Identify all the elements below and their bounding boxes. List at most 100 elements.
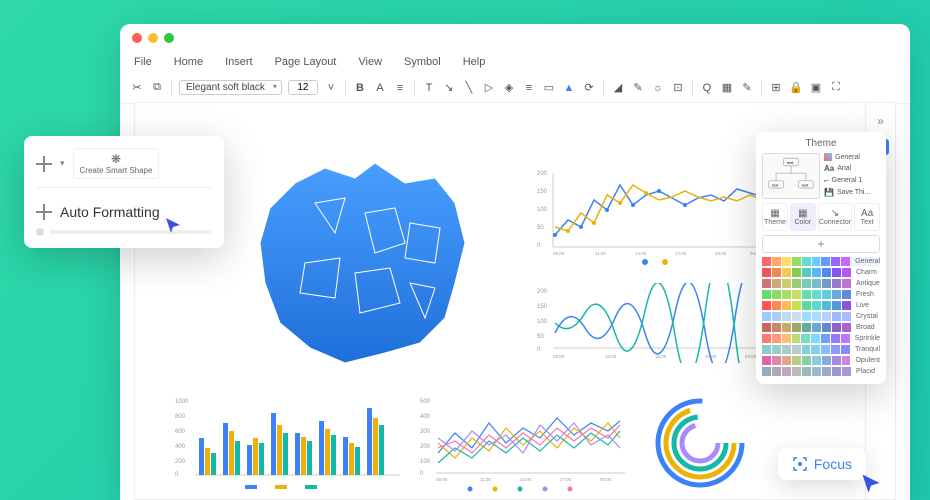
crop-icon[interactable]: ⊡ [671,81,685,95]
tab-connector[interactable]: ↘Connector [818,203,852,231]
svg-text:11:00: 11:00 [480,477,491,482]
effects-icon[interactable]: ☼ [651,81,665,95]
font-color-icon[interactable]: A [373,81,387,95]
focus-button[interactable]: Focus [778,448,866,480]
add-palette-button[interactable]: + [762,235,880,253]
connector-icon[interactable]: ↘ [442,81,456,95]
pointer-icon[interactable]: ▷ [482,81,496,95]
toolbar: ✂ ⧉ Elegant soft black 12 ˅ B A ≡ T ↘ ╲ … [120,76,910,104]
grid-icon[interactable]: ▦ [720,81,734,95]
svg-text:text: text [787,161,793,165]
palette-antique[interactable]: Antique [762,279,880,288]
line-icon[interactable]: ╲ [462,81,476,95]
chart-bars[interactable]: 1000 800 600 400 200 0 [175,393,405,493]
tab-color[interactable]: ▦Color [790,203,816,231]
lock-icon[interactable]: 🔒 [789,81,803,95]
svg-text:12:00: 12:00 [605,354,617,359]
svg-text:17:00: 17:00 [560,477,572,482]
maximize-icon[interactable] [164,33,174,43]
menu-help[interactable]: Help [463,56,486,68]
group-icon[interactable]: ⊞ [769,81,783,95]
menu-page-layout[interactable]: Page Layout [275,56,337,68]
svg-text:150: 150 [537,189,548,195]
theme-opt-general1[interactable]: ⌐General 1 [824,176,880,185]
chart-multiline[interactable]: 5004003002001000 08:0011:0014:0017:0000:… [420,393,630,493]
palette-tranquil[interactable]: Tranquil [762,345,880,354]
zoom-icon[interactable]: Q [700,81,714,95]
svg-text:20:00: 20:00 [715,251,727,256]
paint-icon[interactable]: ◢ [611,81,625,95]
palette-opulent[interactable]: Opulent [762,356,880,365]
tab-theme[interactable]: ▦Theme [762,203,788,231]
menu-home[interactable]: Home [174,56,203,68]
svg-text:200: 200 [175,459,186,465]
svg-text:200: 200 [420,444,431,450]
decrease-size-icon[interactable]: ˅ [324,81,338,95]
arrange-icon[interactable]: ▣ [809,81,823,95]
font-size-selector[interactable]: 12 [288,80,318,95]
formatting-slider[interactable] [36,228,212,236]
tab-text[interactable]: AaText [854,203,880,231]
svg-text:800: 800 [175,414,186,420]
svg-text:text: text [802,183,808,187]
svg-text:14:00: 14:00 [635,251,647,256]
svg-text:150: 150 [537,304,548,310]
minimize-icon[interactable] [148,33,158,43]
svg-text:100: 100 [537,319,548,325]
palette-charm[interactable]: Charm [762,268,880,277]
map-shape[interactable] [245,153,485,383]
create-smart-shape-button[interactable]: ❋ Create Smart Shape [73,148,160,179]
palette-general[interactable]: General [762,257,880,266]
layers-icon[interactable]: ◈ [502,81,516,95]
font-selector[interactable]: Elegant soft black [179,80,282,95]
svg-text:08:00: 08:00 [553,251,565,256]
svg-text:400: 400 [175,444,186,450]
eyedropper-icon[interactable]: ✎ [631,81,645,95]
svg-text:16:00: 16:00 [655,354,667,359]
spark-icon [36,156,52,172]
menu-file[interactable]: File [134,56,152,68]
theme-opt-general[interactable]: General [824,153,880,161]
svg-text:14:00: 14:00 [520,477,532,482]
svg-text:0: 0 [175,472,179,478]
menu-view[interactable]: View [358,56,382,68]
bold-icon[interactable]: B [353,81,367,95]
align-icon[interactable]: ≡ [393,81,407,95]
svg-text:08:00: 08:00 [553,354,565,359]
chart-wavy[interactable]: 200150100500 08:0012:0016:0020:0004:00 [535,283,775,363]
svg-text:200: 200 [537,289,548,295]
svg-text:100: 100 [420,459,431,465]
cut-icon[interactable]: ✂ [130,81,144,95]
menu-insert[interactable]: Insert [225,56,253,68]
svg-text:1000: 1000 [175,399,189,405]
svg-text:200: 200 [537,171,548,177]
menu-symbol[interactable]: Symbol [404,56,441,68]
svg-text:20:00: 20:00 [705,354,717,359]
copy-icon[interactable]: ⧉ [150,81,164,95]
palette-crystal[interactable]: Crystal [762,312,880,321]
palette-broad[interactable]: Broad [762,323,880,332]
theme-opt-save[interactable]: 💾Save Thi... [824,188,880,197]
expand-icon[interactable]: ⛶ [829,81,843,95]
palette-sprinkle[interactable]: Sprinkle [762,334,880,343]
pen-icon[interactable]: ✎ [740,81,754,95]
theme-opt-arial[interactable]: AaArial [824,164,880,173]
svg-text:500: 500 [420,399,431,405]
theme-preview[interactable]: texttexttext [762,153,820,199]
svg-text:11:00: 11:00 [595,251,606,256]
auto-formatting-panel: ▾ ❋ Create Smart Shape Auto Formatting [24,136,224,248]
svg-text:50: 50 [537,225,544,231]
palette-fresh[interactable]: Fresh [762,290,880,299]
close-icon[interactable] [132,33,142,43]
chart-lines-1[interactable]: 200150100500 08:0011:0014:0017:0020:0004… [535,165,775,265]
fill-icon[interactable]: ▲ [562,81,576,95]
collapse-icon[interactable]: » [873,113,889,129]
chart-rings[interactable] [645,393,755,493]
palette-placid[interactable]: Placid [762,367,880,376]
menu-icon[interactable]: ≡ [522,81,536,95]
text-tool-icon[interactable]: T [422,81,436,95]
rotate-icon[interactable]: ⟳ [582,81,596,95]
palette-live[interactable]: Live [762,301,880,310]
shape-icon[interactable]: ▭ [542,81,556,95]
svg-text:600: 600 [175,429,186,435]
